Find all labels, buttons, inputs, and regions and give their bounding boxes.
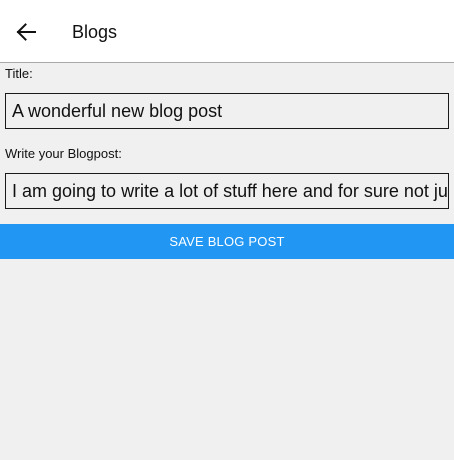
blogpost-input[interactable]: I am going to write a lot of stuff here …	[5, 173, 449, 209]
app-bar: Blogs	[0, 0, 454, 63]
page-title: Blogs	[72, 22, 118, 42]
arrow-left-icon	[16, 23, 36, 41]
back-button[interactable]	[10, 16, 42, 48]
title-label: Title:	[5, 66, 33, 81]
save-blog-post-button[interactable]: SAVE BLOG POST	[0, 224, 454, 259]
blogpost-label: Write your Blogpost:	[5, 146, 122, 161]
title-input[interactable]: A wonderful new blog post	[5, 93, 449, 129]
